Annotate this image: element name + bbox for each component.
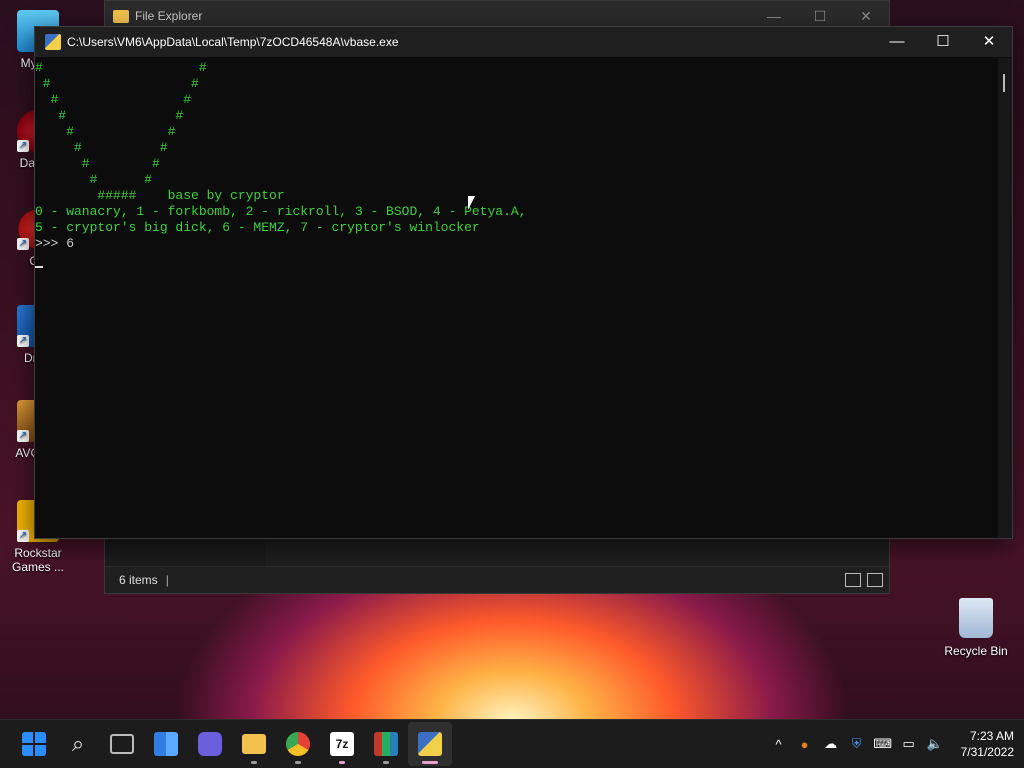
desktop-icon-label: Rockstar Games ...	[11, 546, 64, 574]
running-indicator	[251, 761, 257, 764]
start-button[interactable]	[12, 722, 56, 766]
system-tray: ^ ● ☁ ⛨ ⌨ ▭ 🔈 7:23 AM 7/31/2022	[769, 728, 1014, 760]
console-line: # #	[35, 172, 153, 187]
shortcut-arrow-icon: ↗	[17, 335, 29, 347]
explorer-status-bar: 6 items |	[105, 566, 889, 593]
console-scrollbar[interactable]	[998, 58, 1012, 538]
desktop-icon-recycle-bin[interactable]: Recycle Bin	[940, 598, 1012, 658]
widgets-icon	[154, 732, 178, 756]
console-line: # #	[35, 92, 192, 107]
console-line: # #	[35, 156, 160, 171]
shortcut-arrow-icon: ↗	[17, 140, 29, 152]
console-title: C:\Users\VM6\AppData\Local\Temp\7zOCD465…	[67, 35, 399, 49]
console-line: # #	[35, 76, 199, 91]
taskbar-winrar[interactable]	[364, 722, 408, 766]
text-cursor	[35, 266, 43, 268]
shortcut-arrow-icon: ↗	[17, 430, 29, 442]
console-maximize-button[interactable]: ☐	[920, 27, 966, 57]
console-close-button[interactable]: ✕	[966, 27, 1012, 57]
running-indicator	[383, 761, 389, 764]
chevron-up-icon[interactable]: ^	[769, 737, 789, 752]
explorer-minimize-button[interactable]: —	[751, 8, 797, 25]
search-button[interactable]: ⌕	[56, 722, 100, 766]
winrar-icon	[374, 732, 398, 756]
clock-time: 7:23 AM	[969, 729, 1014, 743]
running-indicator	[339, 761, 345, 764]
explorer-maximize-button[interactable]: ☐	[797, 8, 843, 25]
network-icon[interactable]: ▭	[899, 736, 919, 752]
folder-icon	[242, 734, 266, 754]
details-view-icon[interactable]	[845, 573, 861, 587]
volume-icon[interactable]: 🔈	[925, 736, 945, 752]
console-line: # #	[35, 140, 168, 155]
shortcut-arrow-icon: ↗	[17, 530, 29, 542]
chat-icon	[198, 732, 222, 756]
taskbar-7zip[interactable]: 7z	[320, 722, 364, 766]
explorer-title: File Explorer	[135, 9, 203, 23]
desktop-icon-label: Recycle Bin	[944, 644, 1008, 658]
folder-icon	[113, 9, 129, 23]
clock[interactable]: 7:23 AM 7/31/2022	[961, 728, 1014, 760]
clock-date: 7/31/2022	[960, 745, 1014, 759]
console-window[interactable]: C:\Users\VM6\AppData\Local\Temp\7zOCD465…	[34, 26, 1013, 539]
shield-icon[interactable]: ⛨	[847, 736, 867, 752]
console-line: 5 - cryptor's big dick, 6 - MEMZ, 7 - cr…	[35, 220, 480, 235]
task-view-button[interactable]	[100, 722, 144, 766]
large-icons-view-icon[interactable]	[867, 573, 883, 587]
mouse-pointer-icon	[468, 196, 475, 210]
console-line: # #	[35, 124, 176, 139]
console-line: ##### base by cryptor	[35, 188, 285, 203]
chrome-icon	[286, 732, 310, 756]
console-prompt: >>> 6	[35, 236, 75, 251]
search-icon: ⌕	[71, 731, 85, 756]
task-view-icon	[110, 734, 134, 754]
cloud-off-icon[interactable]: ☁	[821, 736, 841, 752]
item-count: 6 items	[119, 573, 158, 587]
console-line: # #	[35, 108, 184, 123]
avg-tray-icon[interactable]: ●	[795, 737, 815, 752]
console-line: 0 - wanacry, 1 - forkbomb, 2 - rickroll,…	[35, 204, 527, 219]
running-indicator	[422, 761, 438, 764]
explorer-nav-pane	[105, 541, 265, 567]
running-indicator	[295, 761, 301, 764]
console-output[interactable]: # # # # # # # # # # # # # # # # ##### ba…	[35, 58, 998, 538]
widgets-button[interactable]	[144, 722, 188, 766]
shortcut-arrow-icon: ↗	[17, 238, 29, 250]
python-app-icon	[45, 34, 61, 50]
console-minimize-button[interactable]: —	[874, 27, 920, 57]
python-app-icon	[418, 732, 442, 756]
keyboard-icon[interactable]: ⌨	[873, 736, 893, 752]
seven-zip-icon: 7z	[330, 732, 354, 756]
status-separator: |	[165, 573, 169, 587]
console-line: # #	[35, 60, 207, 75]
console-titlebar[interactable]: C:\Users\VM6\AppData\Local\Temp\7zOCD465…	[35, 27, 1012, 57]
recycle-bin-icon	[959, 598, 993, 638]
taskbar-vbase[interactable]	[408, 722, 452, 766]
chat-button[interactable]	[188, 722, 232, 766]
taskbar-file-explorer[interactable]	[232, 722, 276, 766]
windows-logo-icon	[22, 732, 46, 756]
taskbar: ⌕ 7z ^ ● ☁ ⛨ ⌨ ▭ 🔈 7:23 AM 7/31/2022	[0, 719, 1024, 768]
taskbar-chrome[interactable]	[276, 722, 320, 766]
scrollbar-thumb[interactable]	[1003, 74, 1005, 92]
console-cursor-line	[35, 252, 998, 268]
explorer-close-button[interactable]: ✕	[843, 8, 889, 25]
